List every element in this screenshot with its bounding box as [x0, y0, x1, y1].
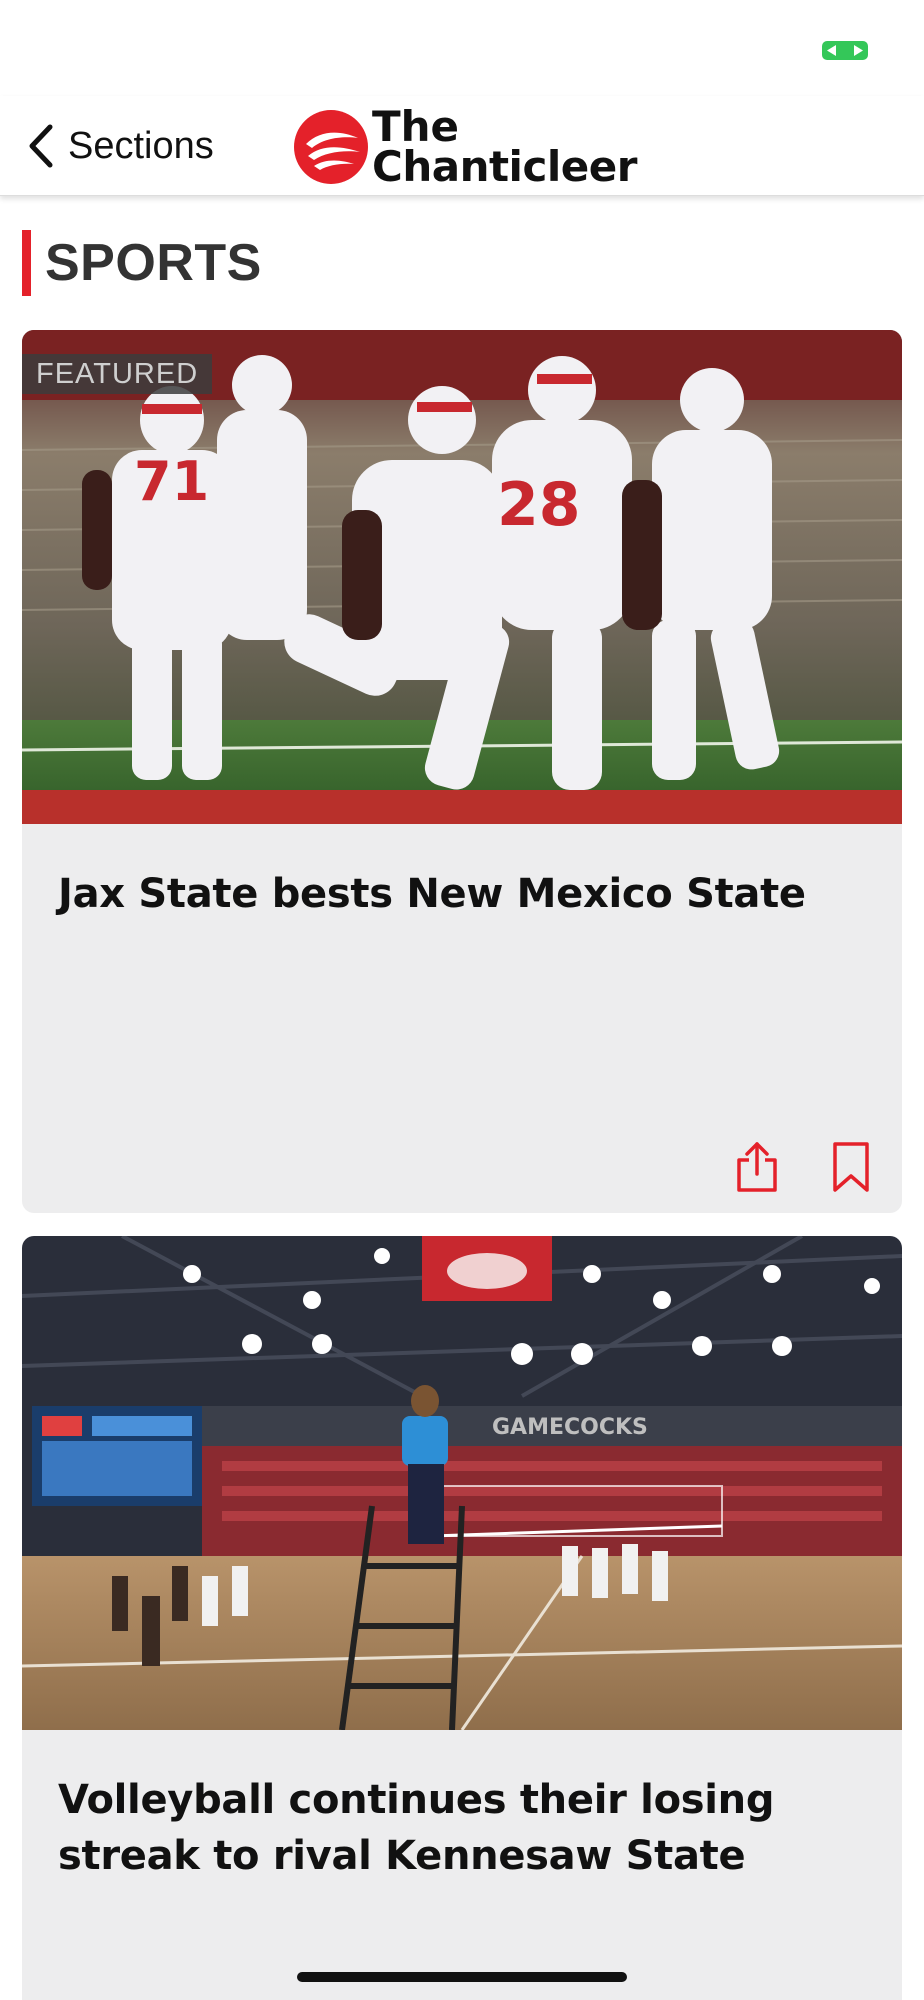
back-to-sections-button[interactable]: Sections [26, 120, 214, 172]
article-actions [732, 1139, 876, 1195]
article-card[interactable]: 71 28 FEATURED Jax State bests New Mexic… [22, 330, 902, 1213]
volleyball-photo: GAMECOCKS [22, 1236, 902, 1730]
top-nav-bar: Sections The Chanticleer [0, 96, 924, 196]
article-card[interactable]: GAMECOCKS Volleyball continues their los… [22, 1236, 902, 2000]
section-heading: SPORTS [22, 230, 262, 296]
svg-text:GAMECOCKS: GAMECOCKS [492, 1415, 648, 1440]
football-photo: 71 28 [22, 330, 902, 824]
svg-text:71: 71 [134, 450, 209, 513]
logo-line-1: The [372, 102, 460, 151]
back-button-label: Sections [68, 124, 214, 167]
app-screen: Sections The Chanticleer SPORTS 71 28 FE… [0, 0, 924, 2000]
article-image: 71 28 FEATURED [22, 330, 902, 824]
svg-text:28: 28 [497, 470, 581, 540]
article-image: GAMECOCKS [22, 1236, 902, 1730]
battery-charging-icon [822, 41, 868, 60]
chanticleer-logo-icon [294, 110, 368, 184]
publication-logo: The Chanticleer [292, 106, 637, 188]
logo-wordmark: The Chanticleer [372, 102, 637, 191]
share-icon [737, 1142, 777, 1192]
bookmark-button[interactable] [826, 1139, 876, 1195]
logo-line-2: Chanticleer [372, 142, 637, 191]
home-indicator[interactable] [297, 1972, 627, 1982]
section-accent-bar [22, 230, 31, 296]
article-title[interactable]: Volleyball continues their losing streak… [58, 1772, 868, 1884]
article-title[interactable]: Jax State bests New Mexico State [58, 866, 868, 922]
chevron-left-icon [29, 124, 53, 168]
share-button[interactable] [732, 1139, 782, 1195]
featured-badge: FEATURED [22, 354, 213, 394]
section-title: SPORTS [45, 234, 262, 292]
bookmark-icon [833, 1142, 869, 1192]
status-bar [0, 0, 924, 96]
